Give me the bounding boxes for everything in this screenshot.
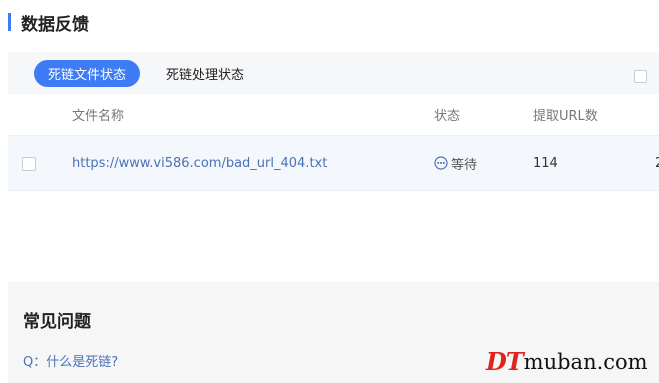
file-link[interactable]: https://www.vi586.com/bad_url_404.txt — [72, 156, 327, 171]
column-header-url-count: 提取URL数 — [533, 109, 598, 124]
ellipsis-circle-icon — [434, 156, 448, 170]
watermark-logo: DT muban.com — [486, 347, 648, 376]
watermark-domain: muban.com — [523, 349, 648, 374]
table-header: 文件名称 状态 提取URL数 — [8, 94, 659, 136]
faq-title: 常见问题 — [23, 312, 91, 332]
dead-link-panel: 死链文件状态 死链处理状态 文件名称 状态 提取URL数 https://www… — [8, 52, 659, 192]
select-all-checkbox[interactable] — [634, 70, 647, 83]
table-row: https://www.vi586.com/bad_url_404.txt 等待… — [8, 136, 659, 191]
section-accent-bar — [8, 13, 11, 31]
faq-question-link[interactable]: Q：什么是死链? — [23, 351, 118, 370]
row-checkbox[interactable] — [22, 157, 36, 171]
url-count-cell: 114 — [533, 155, 558, 171]
tab-dead-link-process-status[interactable]: 死链处理状态 — [152, 60, 258, 87]
section-title: 数据反馈 — [21, 14, 89, 35]
extra-cell: 2 — [655, 156, 659, 171]
section-header: 数据反馈 — [8, 10, 89, 35]
watermark-brand: DT — [486, 347, 524, 376]
tab-bar: 死链文件状态 死链处理状态 — [8, 52, 659, 94]
column-header-file-name: 文件名称 — [72, 109, 125, 124]
status-text: 等待 — [451, 157, 478, 173]
tab-dead-link-file-status[interactable]: 死链文件状态 — [34, 59, 141, 87]
column-header-status: 状态 — [434, 109, 461, 124]
status-cell: 等待 — [434, 154, 477, 173]
